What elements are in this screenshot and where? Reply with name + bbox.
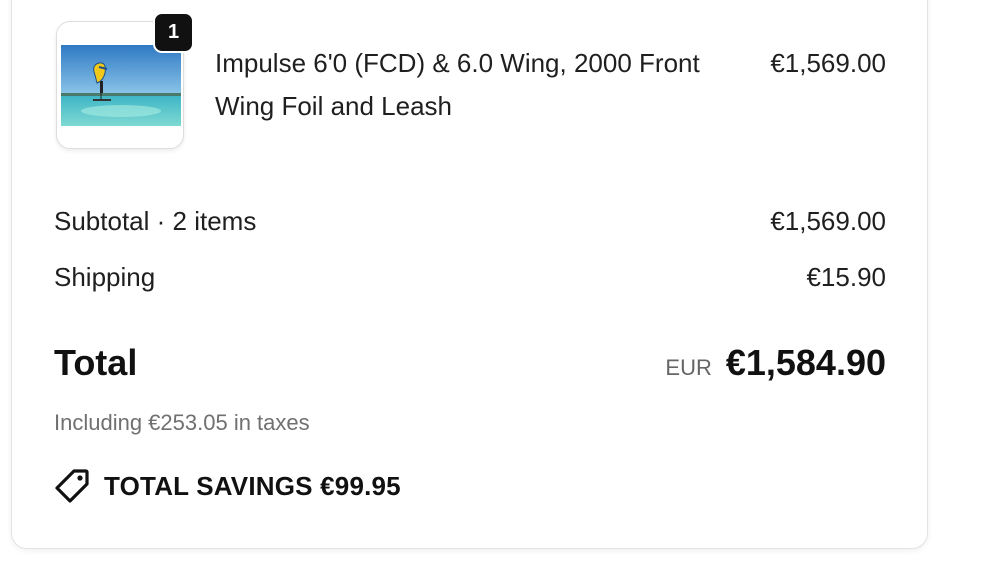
total-row: Total EUR €1,584.90 xyxy=(54,342,886,384)
product-title: Impulse 6'0 (FCD) & 6.0 Wing, 2000 Front… xyxy=(215,48,700,121)
shipping-label: Shipping xyxy=(54,262,156,292)
subtotal-row: Subtotal · 2 items €1,569.00 xyxy=(54,206,886,237)
subtotal-label: Subtotal · 2 items xyxy=(54,206,257,236)
total-amount-group: EUR €1,584.90 xyxy=(665,342,886,384)
quantity-badge: 1 xyxy=(153,12,194,53)
shipping-row: Shipping €15.90 xyxy=(54,262,886,293)
currency-code: EUR xyxy=(665,355,712,380)
total-savings-text: TOTAL SAVINGS €99.95 xyxy=(104,470,401,501)
total-savings: TOTAL SAVINGS €99.95 xyxy=(54,468,401,504)
subtotal-value: €1,569.00 xyxy=(770,206,886,236)
product-image xyxy=(61,45,181,126)
tag-icon xyxy=(55,469,89,503)
tax-note: Including €253.05 in taxes xyxy=(54,410,310,435)
total-amount: €1,584.90 xyxy=(725,342,886,383)
total-label: Total xyxy=(54,342,138,383)
shipping-value: €15.90 xyxy=(806,262,886,292)
product-price: €1,569.00 xyxy=(770,48,886,78)
